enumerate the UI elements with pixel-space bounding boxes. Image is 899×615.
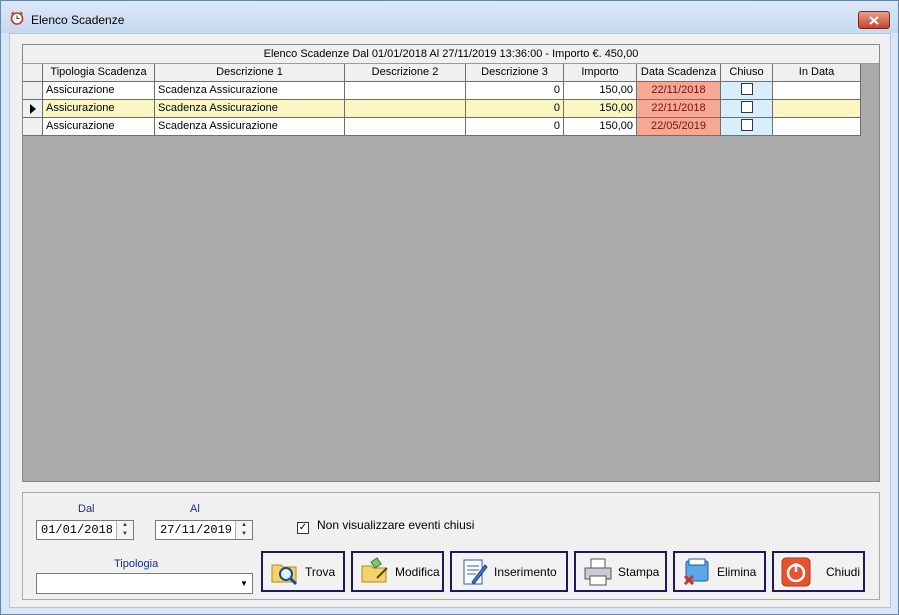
- inserimento-label: Inserimento: [494, 564, 557, 579]
- chiudi-button[interactable]: Chiudi: [772, 551, 865, 592]
- tipologia-select[interactable]: ▼: [36, 573, 253, 594]
- cell-data-scadenza[interactable]: 22/05/2019: [637, 118, 721, 136]
- col-header-chiuso[interactable]: Chiuso: [721, 64, 773, 82]
- client-area: Elenco Scadenze Dal 01/01/2018 Al 27/11/…: [9, 33, 891, 608]
- power-icon: [781, 557, 811, 586]
- spin-up-icon[interactable]: ▲: [117, 521, 133, 530]
- folder-edit-icon: [361, 556, 388, 582]
- chiuso-checkbox[interactable]: [740, 119, 753, 132]
- col-header-in-data[interactable]: In Data: [773, 64, 861, 82]
- cell-descrizione2[interactable]: [345, 82, 466, 100]
- spin-down-icon[interactable]: ▼: [236, 530, 252, 539]
- chiudi-label: Chiudi: [826, 564, 861, 579]
- cell-importo[interactable]: 150,00: [564, 100, 637, 118]
- hide-closed-label: Non visualizzare eventi chiusi: [317, 518, 475, 532]
- cell-importo[interactable]: 150,00: [564, 82, 637, 100]
- alarm-clock-icon: [10, 11, 24, 25]
- cell-descrizione2[interactable]: [345, 100, 466, 118]
- stampa-label: Stampa: [618, 564, 660, 579]
- dal-spinner[interactable]: ▲ ▼: [116, 521, 133, 539]
- trova-label: Trova: [305, 564, 336, 579]
- current-row-arrow-icon: [29, 104, 36, 114]
- al-date-picker[interactable]: 27/11/2019 ▲ ▼: [155, 520, 253, 540]
- stampa-button[interactable]: Stampa: [574, 551, 667, 592]
- col-header-descrizione3[interactable]: Descrizione 3: [466, 64, 564, 82]
- scadenze-grid[interactable]: Elenco Scadenze Dal 01/01/2018 Al 27/11/…: [22, 44, 880, 482]
- dal-date-value: 01/01/2018: [41, 523, 114, 537]
- chiuso-checkbox[interactable]: [740, 83, 753, 96]
- cell-in-data[interactable]: [773, 100, 861, 118]
- al-date-value: 27/11/2019: [160, 523, 233, 537]
- printer-icon: [584, 558, 612, 585]
- row-selector[interactable]: [23, 118, 43, 136]
- hide-closed-checkbox[interactable]: ✓ Non visualizzare eventi chiusi: [297, 518, 475, 534]
- col-header-descrizione1[interactable]: Descrizione 1: [155, 64, 345, 82]
- delete-file-icon: [683, 558, 709, 585]
- dal-date-picker[interactable]: 01/01/2018 ▲ ▼: [36, 520, 134, 540]
- chiuso-checkbox[interactable]: [740, 101, 753, 114]
- col-header-tipologia[interactable]: Tipologia Scadenza: [43, 64, 155, 82]
- cell-tipologia[interactable]: Assicurazione: [43, 100, 155, 118]
- grid-caption: Elenco Scadenze Dal 01/01/2018 Al 27/11/…: [23, 45, 879, 64]
- row-selector[interactable]: [23, 100, 43, 118]
- elimina-label: Elimina: [717, 564, 757, 579]
- cell-descrizione3[interactable]: 0: [466, 82, 564, 100]
- cell-tipologia[interactable]: Assicurazione: [43, 82, 155, 100]
- chevron-down-icon[interactable]: ▼: [238, 577, 250, 591]
- col-header-importo[interactable]: Importo: [564, 64, 637, 82]
- main-window: Elenco Scadenze Elenco Scadenze Dal 01/0…: [0, 0, 899, 615]
- cell-data-scadenza[interactable]: 22/11/2018: [637, 100, 721, 118]
- elimina-button[interactable]: Elimina: [673, 551, 766, 592]
- cell-descrizione2[interactable]: [345, 118, 466, 136]
- cell-descrizione1[interactable]: Scadenza Assicurazione: [155, 82, 345, 100]
- inserimento-button[interactable]: Inserimento: [450, 551, 568, 592]
- col-header-data-scadenza[interactable]: Data Scadenza: [637, 64, 721, 82]
- checkmark-icon[interactable]: ✓: [297, 522, 309, 534]
- modifica-label: Modifica: [395, 564, 440, 579]
- al-label: Al: [190, 503, 200, 515]
- col-header-descrizione2[interactable]: Descrizione 2: [345, 64, 466, 82]
- filter-panel: Dal 01/01/2018 ▲ ▼ Al 27/11/2019 ▲ ▼ ✓ No…: [22, 492, 880, 600]
- cell-descrizione3[interactable]: 0: [466, 118, 564, 136]
- cell-descrizione1[interactable]: Scadenza Assicurazione: [155, 118, 345, 136]
- document-edit-icon: [463, 559, 488, 585]
- tipologia-label: Tipologia: [114, 558, 159, 570]
- close-icon: [869, 15, 879, 25]
- cell-chiuso[interactable]: [721, 100, 773, 118]
- title-bar[interactable]: Elenco Scadenze: [1, 1, 898, 33]
- modifica-button[interactable]: Modifica: [351, 551, 444, 592]
- cell-in-data[interactable]: [773, 118, 861, 136]
- window-title: Elenco Scadenze: [31, 13, 125, 27]
- spin-down-icon[interactable]: ▼: [117, 530, 133, 539]
- cell-in-data[interactable]: [773, 82, 861, 100]
- dal-label: Dal: [78, 503, 95, 515]
- cell-tipologia[interactable]: Assicurazione: [43, 118, 155, 136]
- spin-up-icon[interactable]: ▲: [236, 521, 252, 530]
- cell-data-scadenza[interactable]: 22/11/2018: [637, 82, 721, 100]
- cell-descrizione1[interactable]: Scadenza Assicurazione: [155, 100, 345, 118]
- cell-chiuso[interactable]: [721, 82, 773, 100]
- al-spinner[interactable]: ▲ ▼: [235, 521, 252, 539]
- window-close-button[interactable]: [858, 11, 890, 29]
- cell-importo[interactable]: 150,00: [564, 118, 637, 136]
- row-selector[interactable]: [23, 82, 43, 100]
- trova-button[interactable]: Trova: [261, 551, 345, 592]
- cell-chiuso[interactable]: [721, 118, 773, 136]
- folder-search-icon: [271, 564, 298, 585]
- row-header-corner: [23, 64, 43, 82]
- cell-descrizione3[interactable]: 0: [466, 100, 564, 118]
